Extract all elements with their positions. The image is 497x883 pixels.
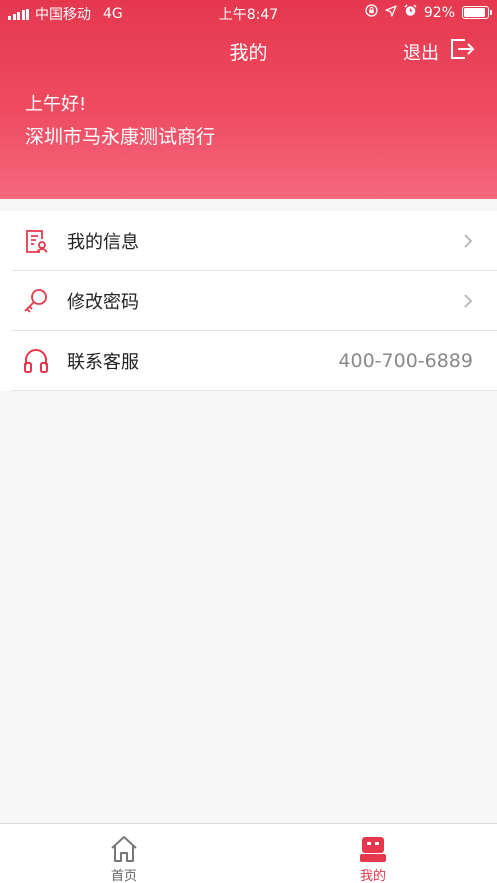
logout-button[interactable]: 退出 [403, 37, 475, 66]
alarm-icon [404, 4, 417, 21]
home-icon [109, 834, 139, 864]
chevron-right-icon [463, 293, 473, 309]
chevron-right-icon [463, 233, 473, 249]
battery-level-fill [464, 8, 486, 17]
battery-percent: 92% [423, 4, 455, 21]
tab-label: 首页 [110, 869, 137, 883]
menu-item-label: 我的信息 [67, 232, 139, 253]
tab-home[interactable]: 首页 [0, 824, 248, 883]
menu-item-label: 修改密码 [67, 292, 139, 313]
location-arrow-icon [385, 4, 397, 21]
menu-item-change-password[interactable]: 修改密码 [0, 271, 497, 331]
tab-bar: 首页 我的 [0, 823, 497, 883]
profile-document-icon [23, 228, 49, 254]
tab-label: 我的 [359, 869, 386, 883]
profile-header: 中国移动 4G 上午8:47 92% 我的 退出 上午好! 深圳市马永康测试商行 [0, 0, 497, 199]
profile-robot-icon [358, 834, 388, 864]
settings-menu: 我的信息 修改密码 联系客服 400-700-6889 [0, 211, 497, 391]
headphones-icon [23, 348, 49, 374]
tab-mine[interactable]: 我的 [249, 824, 497, 883]
menu-item-customer-service[interactable]: 联系客服 400-700-6889 [0, 331, 497, 391]
greeting-text: 上午好! [25, 94, 87, 115]
logout-label: 退出 [403, 42, 439, 64]
customer-service-phone[interactable]: 400-700-6889 [338, 350, 473, 372]
battery-icon [462, 6, 492, 19]
status-bar: 中国移动 4G 上午8:47 92% [0, 0, 497, 26]
company-name: 深圳市马永康测试商行 [25, 126, 216, 148]
orientation-lock-icon [365, 4, 378, 21]
key-icon [23, 288, 49, 314]
menu-item-label: 联系客服 [67, 352, 139, 373]
logout-icon [449, 37, 475, 66]
menu-item-my-info[interactable]: 我的信息 [0, 211, 497, 271]
